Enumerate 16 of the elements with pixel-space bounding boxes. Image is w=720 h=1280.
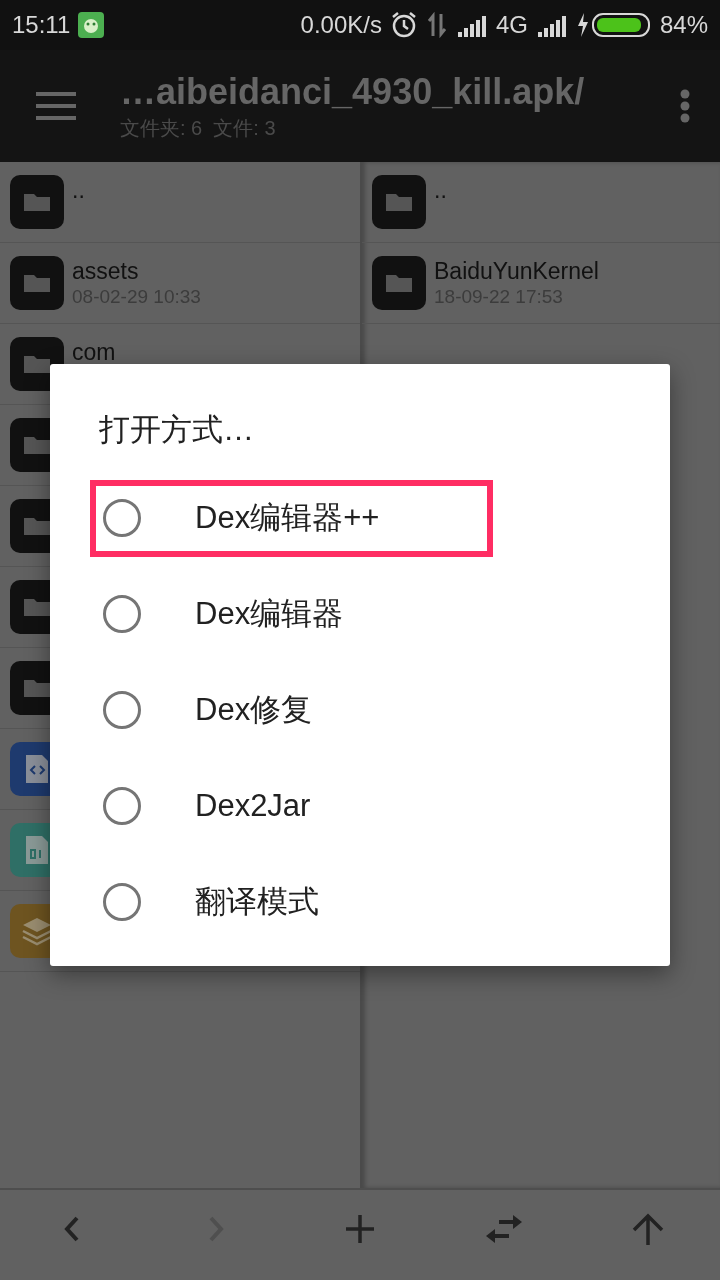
file-name: ..: [434, 176, 447, 203]
file-name: BaiduYunKernel: [434, 257, 599, 284]
option-label[interactable]: 翻译模式: [195, 881, 319, 923]
option-label[interactable]: Dex修复: [195, 689, 313, 731]
path-title: …aibeidanci_4930_kill.apk/: [120, 70, 586, 113]
clock-time: 15:11: [12, 11, 71, 39]
option-label[interactable]: Dex编辑器++: [195, 497, 380, 539]
file-name: ..: [72, 176, 85, 203]
option-label[interactable]: Dex编辑器: [195, 593, 344, 635]
network-type: 4G: [495, 11, 528, 39]
file-name: assets: [72, 257, 140, 284]
option-label[interactable]: Dex2Jar: [195, 788, 311, 824]
file-name: com: [72, 338, 116, 365]
battery-percent: 84%: [659, 11, 708, 39]
network-speed: 0.00K/s: [300, 11, 382, 39]
dialog-title: 打开方式…: [99, 411, 255, 449]
